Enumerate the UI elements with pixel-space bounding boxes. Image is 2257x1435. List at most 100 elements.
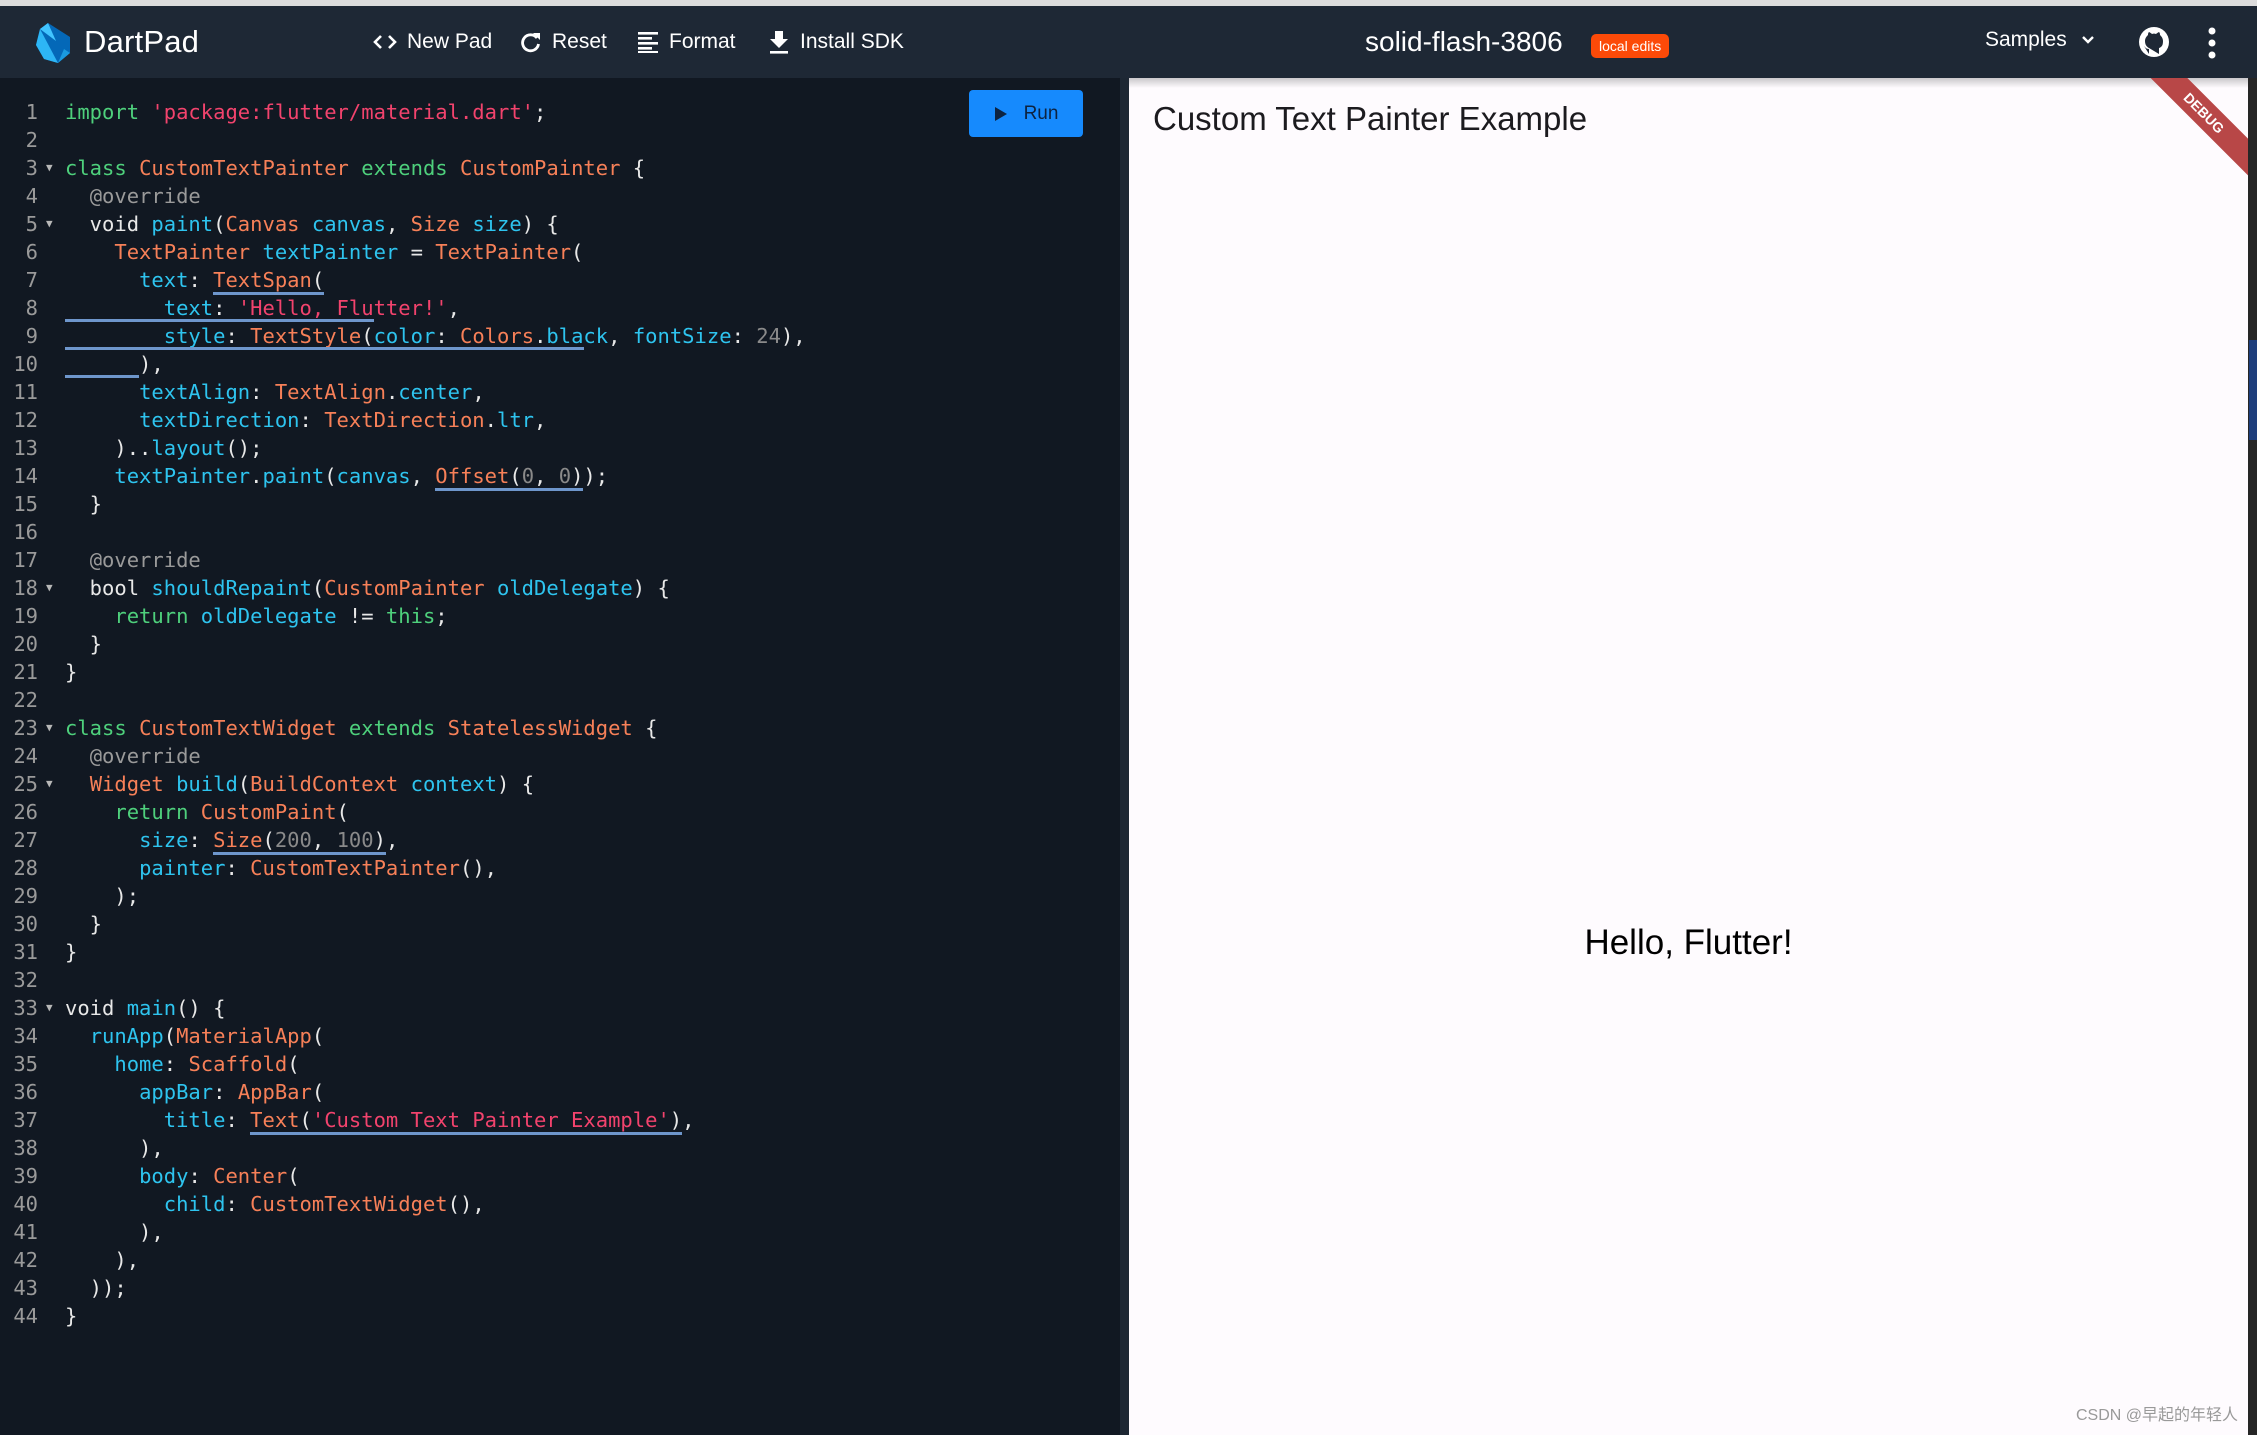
line-number: 13 (13, 436, 38, 460)
line-number: 17 (13, 548, 38, 572)
code-token: ( (311, 268, 325, 295)
code-text: import 'package:flutter/material.dart'; (65, 98, 546, 126)
line-number: 15 (13, 492, 38, 516)
code-token: size (472, 212, 522, 236)
code-token: , (608, 324, 633, 348)
code-token: oldDelegate (200, 604, 337, 628)
pad-title[interactable]: solid-flash-3806 (1365, 26, 1563, 58)
line-number: 31 (13, 940, 38, 964)
code-token: (), (459, 856, 498, 880)
code-text: } (65, 1302, 77, 1330)
fold-arrow-icon[interactable]: ▼ (46, 210, 53, 238)
code-token: ( (163, 1024, 177, 1048)
code-token: style (163, 324, 226, 348)
code-token: Scaffold (188, 1052, 288, 1076)
code-token: Colors (460, 324, 535, 348)
fold-arrow-icon[interactable]: ▼ (46, 770, 53, 798)
code-token: ) { (632, 576, 670, 600)
code-token: , (534, 464, 559, 491)
code-token: ( (361, 324, 374, 348)
line-number: 42 (13, 1248, 38, 1272)
preview-hello-text: Hello, Flutter! (1584, 923, 1793, 962)
code-token: ) (571, 464, 584, 491)
code-token: CustomPaint (200, 800, 337, 824)
code-token: : (435, 324, 460, 348)
code-token: , (447, 296, 460, 320)
run-button[interactable]: Run (969, 90, 1083, 137)
code-token: class (65, 156, 127, 180)
code-token: textAlign (139, 380, 251, 404)
line-number: 39 (13, 1164, 38, 1188)
code-token: paint (262, 464, 325, 488)
install-sdk-button[interactable]: Install SDK (768, 26, 904, 58)
code-text: size: Size(200, 100), (65, 826, 398, 855)
code-text: } (65, 910, 102, 938)
code-token: ), (65, 1248, 140, 1272)
fold-arrow-icon[interactable]: ▼ (46, 574, 53, 602)
github-icon[interactable] (2138, 26, 2170, 58)
code-text: ), (65, 1134, 164, 1162)
code-token: Offset (435, 464, 510, 491)
code-token: , (385, 212, 411, 236)
refresh-icon (521, 33, 540, 53)
app-preview[interactable]: Custom Text Painter Example Hello, Flutt… (1129, 78, 2248, 1435)
code-token: CustomTextPainter (139, 156, 349, 180)
code-token: AppBar (237, 1080, 312, 1104)
code-token: ( (509, 464, 522, 491)
fold-arrow-icon[interactable]: ▼ (46, 994, 53, 1022)
code-text: } (65, 490, 102, 518)
code-token: TextStyle (250, 324, 362, 348)
page-scrollbar-thumb[interactable] (2249, 340, 2257, 440)
line-number: 40 (13, 1192, 38, 1216)
split-divider[interactable] (1120, 78, 1129, 1435)
more-vert-icon[interactable] (2202, 26, 2222, 60)
code-text: appBar: AppBar( (65, 1078, 324, 1106)
code-token: CustomPainter (459, 156, 621, 180)
code-token: bool (65, 576, 152, 600)
code-text: ), (65, 1218, 164, 1246)
line-number: 8 (25, 296, 38, 320)
fold-arrow-icon[interactable]: ▼ (46, 154, 53, 182)
new-pad-button[interactable]: New Pad (373, 26, 492, 58)
samples-dropdown[interactable]: Samples (1985, 28, 2095, 52)
code-text: } (65, 630, 102, 658)
code-text: text: 'Hello, Flutter!', (65, 294, 460, 322)
code-text: void paint(Canvas canvas, Size size) { (65, 210, 559, 238)
format-button[interactable]: Format (637, 26, 736, 58)
code-token: CustomTextWidget (250, 1192, 448, 1216)
page-scrollbar[interactable] (2248, 78, 2257, 1435)
line-number: 30 (13, 912, 38, 936)
reset-button[interactable]: Reset (520, 26, 607, 58)
code-token: : (225, 1192, 251, 1216)
code-token: )); (65, 1276, 127, 1300)
code-token: Text (250, 1108, 300, 1135)
code-token: TextPainter (435, 240, 572, 264)
code-editor[interactable]: 1 import 'package:flutter/material.dart';… (0, 78, 1120, 1435)
code-token: : (225, 1108, 251, 1132)
code-text: home: Scaffold( (65, 1050, 299, 1078)
format-label: Format (669, 30, 736, 53)
code-token: (); (225, 436, 263, 460)
code-token: TextPainter (114, 240, 251, 264)
code-token: extends (348, 716, 436, 740)
code-token: ).. (65, 436, 152, 460)
code-token: body (139, 1164, 189, 1188)
code-text: body: Center( (65, 1162, 299, 1190)
code-token: 'Custom Text Painter Example' (311, 1108, 670, 1135)
code-text: ); (65, 882, 139, 910)
code-brackets-icon (373, 35, 397, 49)
code-token: , (472, 380, 485, 404)
code-token: != (336, 604, 386, 628)
fold-arrow-icon[interactable]: ▼ (46, 714, 53, 742)
code-token: : (225, 324, 251, 348)
line-number: 23 (13, 716, 38, 740)
